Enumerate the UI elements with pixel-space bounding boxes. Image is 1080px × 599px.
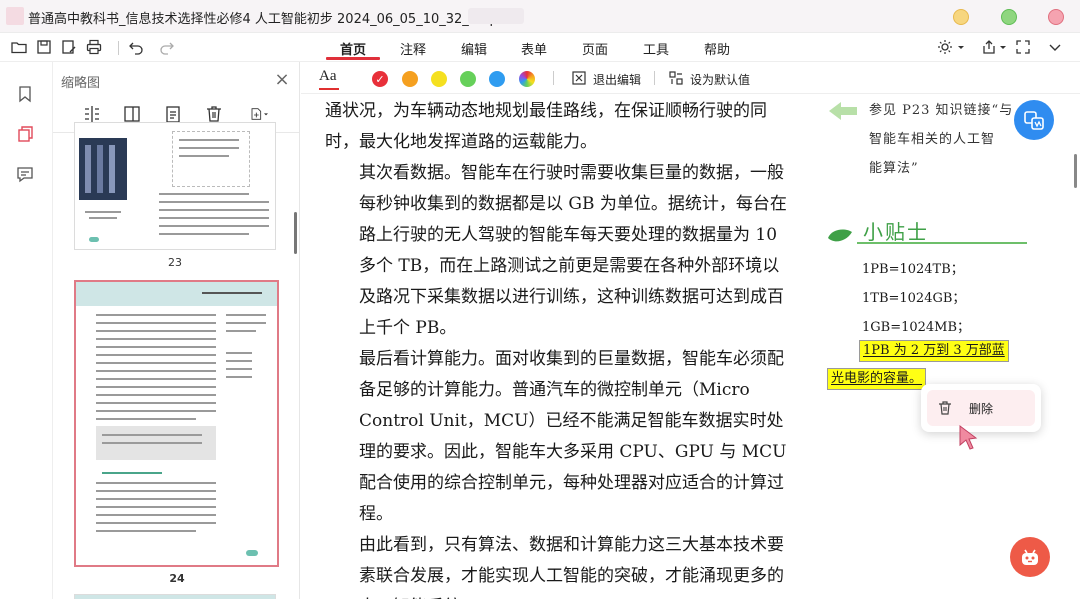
delete-menu-item[interactable]: 删除 <box>927 390 1035 426</box>
chevron-down-icon[interactable] <box>956 38 966 56</box>
mouse-cursor-icon <box>959 425 978 450</box>
translate-button[interactable] <box>1014 100 1054 140</box>
title-bar: 普通高中教科书_信息技术选择性必修4 人工智能初步 2024_06_05_10_… <box>0 0 1080 33</box>
assistant-button[interactable] <box>1010 537 1050 577</box>
exit-edit-icon[interactable] <box>572 71 586 85</box>
tab-help[interactable]: 帮助 <box>704 39 730 58</box>
thumbnails-icon[interactable] <box>15 124 35 144</box>
highlighted-text: 1PB 为 2 万到 3 万部蓝 <box>863 343 1005 358</box>
thumbnail-panel: 缩略图 × 23 24 <box>53 62 300 599</box>
edit-separator <box>654 71 655 85</box>
set-default-button[interactable]: 设为默认值 <box>690 71 750 88</box>
title-blur <box>468 8 524 24</box>
color-yellow-swatch[interactable] <box>431 71 447 87</box>
paragraph: 其次看数据。智能车在行驶时需要收集巨量的数据，一般每秒钟收集到的数据都是以 GB… <box>359 163 787 338</box>
left-rail <box>0 62 53 599</box>
thumbnail-header-band <box>76 282 277 306</box>
context-menu: 删除 <box>921 384 1041 432</box>
bookmark-icon[interactable] <box>15 84 35 104</box>
document-body: 通状况，为车辆动态地规划最佳路线，在保证顺畅行驶的同时，最大化地发挥道路的运载能… <box>325 96 795 599</box>
page-number-23: 23 <box>168 256 182 269</box>
color-blue-swatch[interactable] <box>489 71 505 87</box>
toolbar-separator <box>118 41 119 55</box>
tip-line: 1GB=1024MB； <box>862 320 971 335</box>
save-as-icon[interactable] <box>60 38 78 56</box>
paragraph: 由此看到，只有算法、数据和计算能力这三大基本技术要素联合发展，才能实现人工智能的… <box>359 535 784 599</box>
tab-home[interactable]: 首页 <box>340 39 366 58</box>
tip-underline <box>857 242 1027 244</box>
close-icon[interactable]: × <box>273 71 291 89</box>
panel-title: 缩略图 <box>61 76 101 91</box>
set-default-icon[interactable] <box>669 71 683 85</box>
minimize-button[interactable] <box>953 9 969 25</box>
fullscreen-icon[interactable] <box>1014 38 1032 56</box>
paragraph: 最后看计算能力。面对收集到的巨量数据，智能车必须配备足够的计算能力。普通汽车的微… <box>359 349 787 524</box>
color-picker-swatch[interactable] <box>519 71 535 87</box>
undo-icon[interactable] <box>127 38 145 56</box>
tip-title: 小贴士 <box>863 220 929 244</box>
comments-icon[interactable] <box>15 164 35 184</box>
color-red-swatch[interactable]: ✓ <box>372 71 388 87</box>
edit-toolbar: Aa ✓ 退出编辑 设为默认值 <box>301 62 1080 94</box>
translate-icon <box>1024 111 1044 130</box>
close-button[interactable] <box>1048 9 1064 25</box>
redo-icon[interactable] <box>158 38 176 56</box>
tab-form[interactable]: 表单 <box>521 39 547 58</box>
robot-icon <box>1022 549 1038 565</box>
active-tab-indicator <box>326 57 380 60</box>
thumbnail-scrollbar[interactable] <box>294 212 297 254</box>
highlight-annotation[interactable]: 1PB 为 2 万到 3 万部蓝 <box>859 340 1009 362</box>
color-orange-swatch[interactable] <box>402 71 418 87</box>
open-folder-icon[interactable] <box>10 38 28 56</box>
font-style-button[interactable]: Aa <box>319 68 337 85</box>
window-title: 普通高中教科书_信息技术选择性必修4 人工智能初步 2024_06_05_10_… <box>28 12 511 27</box>
chevron-down-icon[interactable] <box>998 38 1008 56</box>
tab-annotate[interactable]: 注释 <box>400 39 426 58</box>
page-thumbnail-25[interactable] <box>74 594 276 599</box>
trash-icon <box>939 401 951 415</box>
document-scrollbar[interactable] <box>1074 154 1077 188</box>
side-note-line: 参见 P23 知识链接“与 <box>869 103 1014 118</box>
tab-page[interactable]: 页面 <box>582 39 608 58</box>
tip-line: 1PB=1024TB； <box>862 262 964 277</box>
share-icon[interactable] <box>980 38 998 56</box>
highlighted-text: 光电影的容量。 <box>831 371 923 386</box>
collapse-ribbon-icon[interactable] <box>1046 38 1064 56</box>
font-color-indicator <box>319 88 339 90</box>
app-logo <box>6 7 24 25</box>
side-note-line: 能算法” <box>869 161 919 176</box>
tab-tools[interactable]: 工具 <box>643 39 669 58</box>
menu-bar: 首页 注释 编辑 表单 页面 工具 帮助 <box>0 33 1080 62</box>
exit-edit-button[interactable]: 退出编辑 <box>593 71 641 88</box>
maximize-button[interactable] <box>1001 9 1017 25</box>
edit-separator <box>553 71 554 85</box>
print-icon[interactable] <box>85 38 103 56</box>
leaf-icon <box>828 229 852 242</box>
arrow-left-icon <box>829 102 857 120</box>
page-number-24: 24 <box>169 572 185 585</box>
color-green-swatch[interactable] <box>460 71 476 87</box>
document-view: Aa ✓ 退出编辑 设为默认值 通状况，为车辆动态地规划最佳路线，在保证顺畅行驶… <box>301 62 1080 599</box>
delete-label: 删除 <box>969 402 994 416</box>
save-icon[interactable] <box>35 38 53 56</box>
paragraph: 通状况，为车辆动态地规划最佳路线，在保证顺畅行驶的同时，最大化地发挥道路的运载能… <box>325 101 767 152</box>
side-note-line: 智能车相关的人工智 <box>869 132 996 147</box>
page-thumbnail-24[interactable] <box>74 280 279 567</box>
tab-edit[interactable]: 编辑 <box>461 39 487 58</box>
page-thumbnail-23[interactable] <box>74 122 276 250</box>
side-note: 参见 P23 知识链接“与 智能车相关的人工智 能算法” <box>869 96 1024 183</box>
tip-line: 1TB=1024GB； <box>862 291 966 306</box>
brightness-icon[interactable] <box>936 38 954 56</box>
highlight-annotation[interactable]: 光电影的容量。 <box>827 368 927 390</box>
